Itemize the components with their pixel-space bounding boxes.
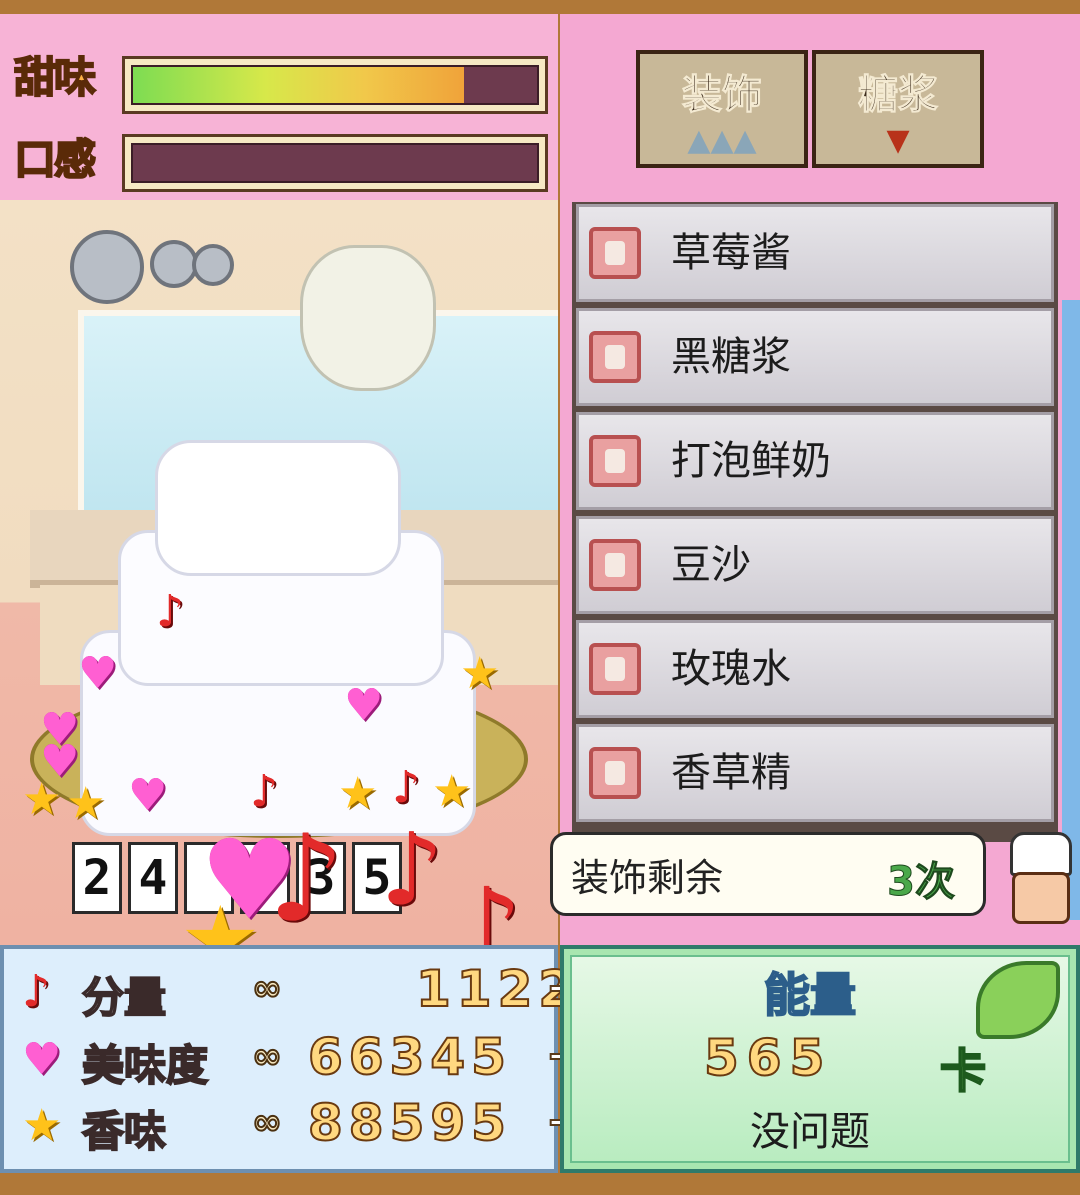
chef-avatar — [1004, 832, 1072, 924]
counter-digit: 4 — [128, 842, 178, 914]
tab-decoration-label: 装饰 — [682, 72, 763, 119]
stat-value: 66345 — [307, 1027, 512, 1087]
result-verdict: 没问题 — [750, 1109, 870, 1155]
infinity-icon: ∞ — [251, 1101, 283, 1144]
heart-icon: ♥ — [22, 1034, 62, 1085]
jar-icon — [589, 747, 641, 799]
remaining-count: 3次 — [887, 859, 956, 906]
whipped-cream-icon: ▲▲▲ — [687, 123, 757, 158]
pan-icon — [70, 230, 144, 304]
star-icon: ★ — [460, 648, 500, 699]
heart-icon: ♥ — [344, 680, 384, 731]
jar-icon — [589, 539, 641, 591]
texture-bar — [122, 134, 548, 192]
ingredient-name: 打泡鲜奶 — [671, 438, 831, 484]
tab-syrup[interactable]: 糖浆 ▼ — [812, 50, 984, 168]
star-icon: ★ — [22, 774, 62, 825]
ingredient-name: 玫瑰水 — [671, 646, 791, 692]
pan-icon — [150, 240, 198, 288]
counter-digit: 2 — [72, 842, 122, 914]
pitcher-icon — [300, 245, 436, 391]
tab-decoration[interactable]: 装饰 ▲▲▲ — [636, 50, 808, 168]
result-rating: 能量 — [763, 967, 857, 1023]
music-note-icon: ♪ — [22, 966, 51, 1017]
ingredient-item[interactable]: 草莓酱 — [576, 204, 1054, 302]
music-note-icon: ♪ — [156, 586, 185, 637]
ingredient-item[interactable]: 黑糖浆 — [576, 308, 1054, 406]
stat-label: 分量 — [81, 972, 167, 1023]
chef-face — [1012, 872, 1070, 924]
ingredient-item[interactable]: 香草精 — [576, 724, 1054, 822]
music-note-icon: ♪ — [380, 811, 444, 928]
result-score: 565 — [703, 1028, 833, 1088]
category-tabs: 装饰 ▲▲▲ 糖浆 ▼ — [560, 14, 1080, 200]
ingredient-name: 香草精 — [671, 750, 791, 796]
ingredient-name: 豆沙 — [671, 542, 751, 588]
cake-top-tier — [155, 440, 401, 576]
result-panel: 能量 565 卡 没问题 — [560, 945, 1080, 1173]
flavor-gauges: 甜味 口感 — [0, 14, 558, 200]
jar-icon — [589, 331, 641, 383]
stat-value: 88595 — [307, 1093, 512, 1153]
stat-label: 香味 — [81, 1106, 167, 1157]
star-icon: ★ — [432, 766, 472, 817]
pan-icon — [192, 244, 234, 286]
decoration-remaining-bubble: 装饰剩余 3次 — [550, 832, 986, 916]
jar-icon — [589, 227, 641, 279]
scrollbar[interactable] — [1062, 300, 1080, 920]
syrup-drop-icon: ▼ — [886, 123, 910, 158]
ingredient-item[interactable]: 打泡鲜奶 — [576, 412, 1054, 510]
ingredient-item[interactable]: 玫瑰水 — [576, 620, 1054, 718]
jar-icon — [589, 435, 641, 487]
game-screen: 甜味 口感 装饰 ▲▲▲ 糖浆 ▼ ♪ ♥ ♥ ♥ ♥ ♥ ★ ★ ★ ★ ★ … — [0, 0, 1080, 1195]
heart-icon: ♥ — [128, 770, 168, 821]
music-note-icon: ♪ — [452, 864, 523, 945]
infinity-icon: ∞ — [251, 1035, 283, 1078]
music-note-icon: ♪ — [392, 762, 421, 813]
heart-icon: ♥ — [78, 648, 118, 699]
result-badge: 卡 — [939, 1043, 987, 1099]
kitchen-scene: ♪ ♥ ♥ ♥ ♥ ♥ ★ ★ ★ ★ ★ ♪ ♪ 2 4 3 5 ♥ ♪ ♪ … — [0, 200, 558, 945]
ingredient-item[interactable]: 豆沙 — [576, 516, 1054, 614]
ingredient-name: 黑糖浆 — [671, 334, 791, 380]
texture-label: 口感 — [13, 134, 97, 185]
jar-icon — [589, 643, 641, 695]
tab-syrup-label: 糖浆 — [858, 72, 939, 119]
stat-label: 美味度 — [81, 1040, 209, 1091]
ingredient-name: 草莓酱 — [671, 230, 791, 276]
sweetness-label: 甜味 — [13, 52, 97, 103]
chef-hat-icon — [1010, 832, 1072, 876]
music-note-icon: ♪ — [268, 810, 345, 945]
sweetness-bar — [122, 56, 548, 114]
star-icon: ★ — [22, 1100, 62, 1151]
sweetness-bar-fill — [133, 67, 465, 103]
star-icon: ★ — [66, 778, 106, 829]
infinity-icon: ∞ — [251, 967, 283, 1010]
star-icon: ★ — [180, 887, 261, 945]
music-note-icon: ♪ — [250, 766, 279, 817]
bubble-text: 装饰剩余 — [571, 856, 724, 900]
